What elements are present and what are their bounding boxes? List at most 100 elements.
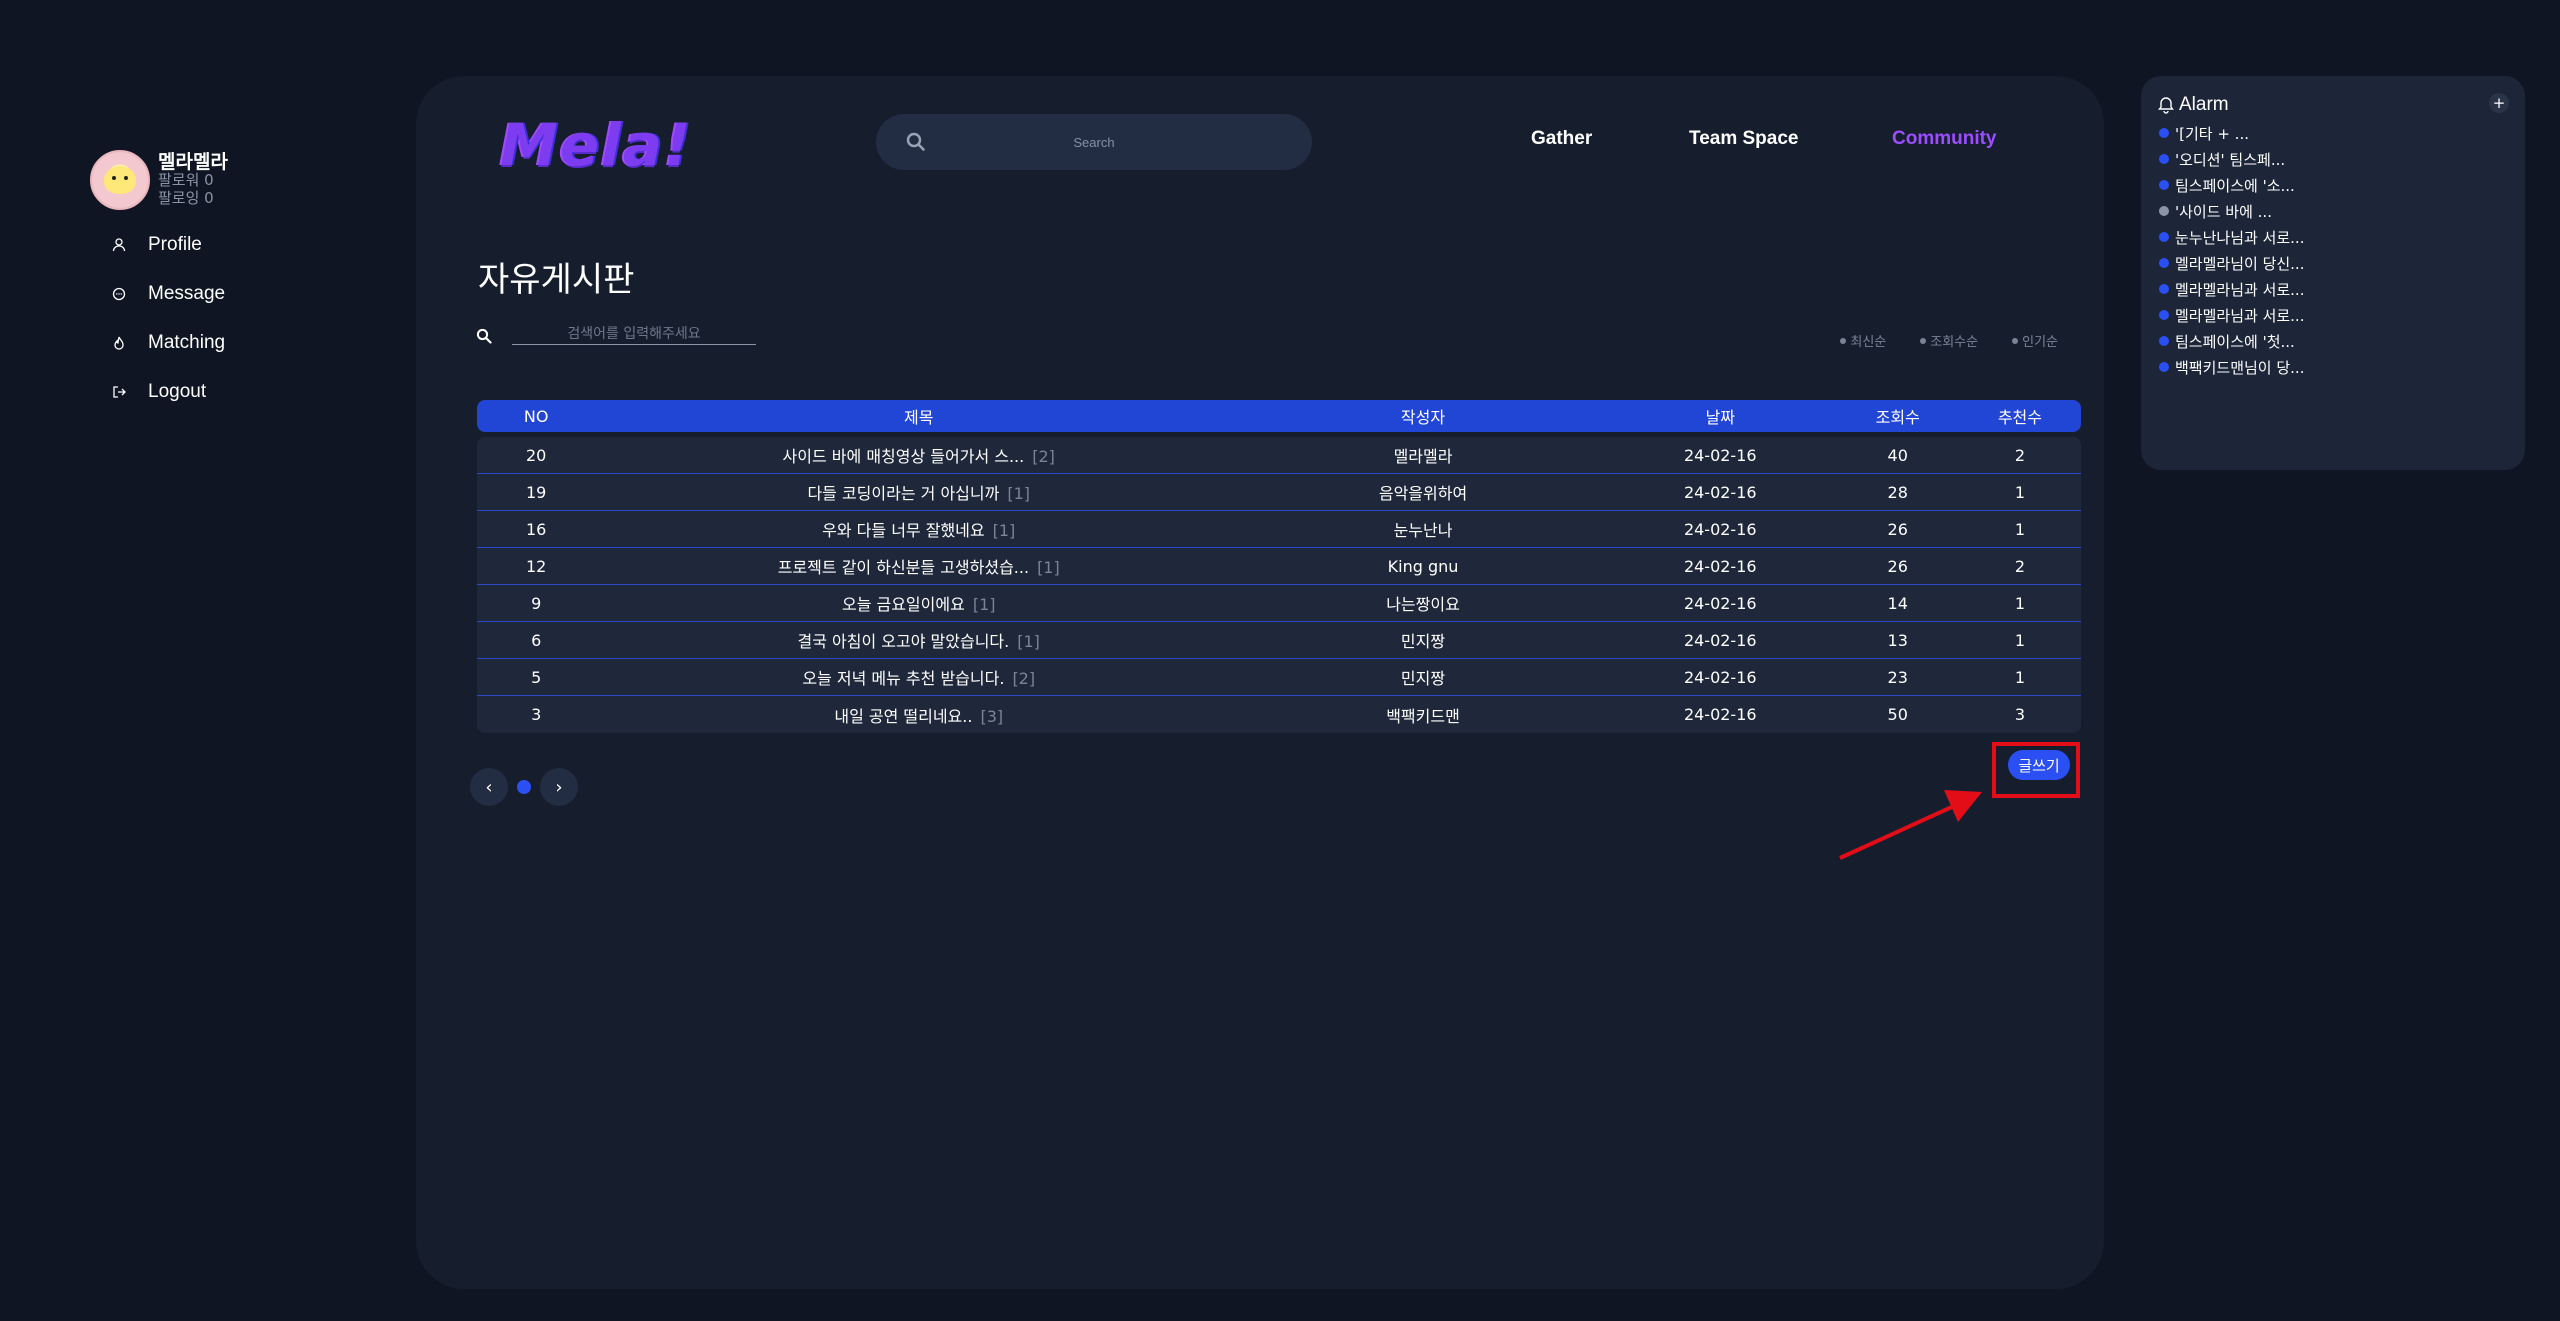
sidebar-item-message[interactable]: Message [90, 269, 350, 318]
unread-dot-icon [2159, 154, 2169, 164]
alarm-text: '사이드 바에 ... [2175, 202, 2272, 221]
post-title-cell[interactable]: 내일 공연 떨리네요.. [3] [595, 703, 1242, 727]
post-author: 눈누난나 [1393, 521, 1453, 540]
post-date: 24-02-16 [1683, 556, 1757, 576]
next-page-button[interactable]: › [540, 768, 578, 806]
sidebar-item-logout[interactable]: Logout [90, 367, 350, 416]
nav-gather[interactable]: Gather [1531, 128, 1592, 150]
sort-latest[interactable]: 최신순 [1840, 331, 1886, 350]
post-date: 24-02-16 [1683, 705, 1757, 724]
post-author: 멜라멜라 [1393, 447, 1453, 466]
user-icon [108, 234, 130, 256]
avatar[interactable] [90, 150, 150, 210]
sort-popular[interactable]: 인기순 [2012, 331, 2058, 350]
sort-views[interactable]: 조회수순 [1920, 331, 1978, 350]
post-author: 백팩키드맨 [1386, 706, 1460, 726]
col-date: 날짜 [1705, 408, 1735, 427]
post-author: 민지짱 [1400, 669, 1446, 688]
search-icon[interactable] [476, 328, 492, 344]
table-row[interactable]: 6 결국 아침이 오고야 말았습니다. [1] 민지짱 24-02-16 13 1 [477, 622, 2081, 659]
nav-team-space[interactable]: Team Space [1689, 128, 1798, 150]
alarm-text: 백팩키드맨님이 당... [2175, 358, 2305, 377]
board-search-input[interactable] [512, 326, 756, 345]
sidebar-item-label: Logout [148, 380, 207, 402]
alarm-item[interactable]: 멜라멜라님과 서로... [2157, 276, 2509, 302]
col-author: 작성자 [1400, 408, 1446, 427]
post-title-cell[interactable]: 프로젝트 같이 하신분들 고생하셨습... [1] [595, 554, 1242, 578]
logout-icon [108, 381, 130, 403]
pagination: ‹ › [470, 768, 578, 806]
post-date: 24-02-16 [1683, 630, 1757, 650]
table-body: 20 사이드 바에 매칭영상 들어가서 스... [2] 멜라멜라 24-02-16 40… [477, 437, 2081, 733]
post-title-cell[interactable]: 우와 다들 너무 잘했네요 [1] [595, 517, 1242, 541]
post-title[interactable]: 프로젝트 같이 하신분들 고생하셨습... [778, 558, 1029, 577]
global-search [876, 114, 1312, 170]
unread-dot-icon [2159, 284, 2169, 294]
post-no: 12 [525, 556, 547, 576]
logo[interactable]: Mela! [500, 112, 691, 178]
post-author: 민지짱 [1400, 632, 1446, 651]
page-title: 자유게시판 [478, 260, 635, 300]
sidebar-item-label: Matching [148, 331, 226, 353]
post-title-cell[interactable]: 결국 아침이 오고야 말았습니다. [1] [595, 628, 1242, 652]
post-title[interactable]: 우와 다들 너무 잘했네요 [822, 521, 984, 540]
post-title[interactable]: 다들 코딩이라는 거 아십니까 [807, 484, 999, 503]
table-row[interactable]: 9 오늘 금요일이에요 [1] 나는짱이요 24-02-16 14 1 [477, 585, 2081, 622]
post-recs: 1 [2014, 593, 2025, 613]
post-recs: 1 [2014, 482, 2025, 502]
post-table: NO 제목 작성자 날짜 조회수 추천수 20 사이드 바에 매칭영상 들어가서 … [477, 400, 2081, 733]
sidebar-item-profile[interactable]: Profile [90, 220, 350, 269]
alarm-item[interactable]: 팀스페이스에 '첫... [2157, 328, 2509, 354]
alarm-text: 눈누난나님과 서로... [2175, 228, 2305, 247]
post-title-cell[interactable]: 다들 코딩이라는 거 아십니까 [1] [595, 480, 1242, 504]
post-title-cell[interactable]: 사이드 바에 매칭영상 들어가서 스... [2] [595, 443, 1242, 467]
table-row[interactable]: 5 오늘 저녁 메뉴 추천 받습니다. [2] 민지짱 24-02-16 23 1 [477, 659, 2081, 696]
table-row[interactable]: 19 다들 코딩이라는 거 아십니까 [1] 음악을위하여 24-02-16 28 1 [477, 474, 2081, 511]
post-title[interactable]: 내일 공연 떨리네요.. [834, 707, 972, 726]
post-title[interactable]: 결국 아침이 오고야 말았습니다. [798, 632, 1010, 651]
prev-page-button[interactable]: ‹ [470, 768, 508, 806]
alarm-text: 멜라멜라님이 당신... [2175, 254, 2305, 273]
unread-dot-icon [2159, 232, 2169, 242]
alarm-item[interactable]: '[기타 + ... [2157, 120, 2509, 146]
alarm-item[interactable]: 백팩키드맨님이 당... [2157, 354, 2509, 380]
followers-count[interactable]: 팔로워 0 [158, 171, 228, 189]
page-1-dot[interactable] [517, 780, 531, 794]
alarm-add-button[interactable]: + [2489, 93, 2509, 113]
post-title-cell[interactable]: 오늘 금요일이에요 [1] [595, 591, 1242, 615]
write-button[interactable]: 글쓰기 [2008, 750, 2070, 780]
bell-icon [2158, 97, 2174, 114]
post-no: 20 [525, 445, 547, 465]
search-input[interactable] [926, 134, 1312, 150]
nav-community[interactable]: Community [1892, 128, 1997, 150]
post-views: 13 [1887, 630, 1908, 650]
table-row[interactable]: 16 우와 다들 너무 잘했네요 [1] 눈누난나 24-02-16 26 1 [477, 511, 2081, 548]
post-title-cell[interactable]: 오늘 저녁 메뉴 추천 받습니다. [2] [595, 665, 1242, 689]
post-title[interactable]: 오늘 금요일이에요 [842, 595, 965, 614]
post-title[interactable]: 사이드 바에 매칭영상 들어가서 스... [783, 447, 1025, 466]
alarm-item[interactable]: '사이드 바에 ... [2157, 198, 2509, 224]
alarm-list: '[기타 + ... '오디션' 팀스페... 팀스페이스에 '소... '사이드 바… [2157, 120, 2509, 380]
alarm-item[interactable]: 멜라멜라님과 서로... [2157, 302, 2509, 328]
post-views: 14 [1887, 593, 1908, 613]
unread-dot-icon [2159, 258, 2169, 268]
alarm-text: 팀스페이스에 '첫... [2175, 332, 2295, 351]
alarm-item[interactable]: 팀스페이스에 '소... [2157, 172, 2509, 198]
alarm-item[interactable]: 눈누난나님과 서로... [2157, 224, 2509, 250]
alarm-panel: Alarm + '[기타 + ... '오디션' 팀스페... 팀스페이스에 '소.… [2141, 76, 2525, 470]
table-row[interactable]: 20 사이드 바에 매칭영상 들어가서 스... [2] 멜라멜라 24-02-16 40… [477, 437, 2081, 474]
post-title[interactable]: 오늘 저녁 메뉴 추천 받습니다. [802, 669, 1004, 688]
sidebar-item-label: Profile [148, 233, 202, 255]
following-count[interactable]: 팔로잉 0 [158, 189, 228, 207]
comment-count: [1] [1037, 558, 1060, 577]
search-icon [906, 132, 925, 151]
post-recs: 1 [2014, 630, 2025, 650]
alarm-item[interactable]: '오디션' 팀스페... [2157, 146, 2509, 172]
alarm-item[interactable]: 멜라멜라님이 당신... [2157, 250, 2509, 276]
table-row[interactable]: 3 내일 공연 떨리네요.. [3] 백팩키드맨 24-02-16 50 3 [477, 696, 2081, 733]
sidebar-item-label: Message [148, 282, 226, 304]
table-row[interactable]: 12 프로젝트 같이 하신분들 고생하셨습... [1] King gnu 24-02-… [477, 548, 2081, 585]
unread-dot-icon [2159, 128, 2169, 138]
sidebar-item-matching[interactable]: Matching [90, 318, 350, 367]
post-views: 23 [1887, 667, 1908, 687]
